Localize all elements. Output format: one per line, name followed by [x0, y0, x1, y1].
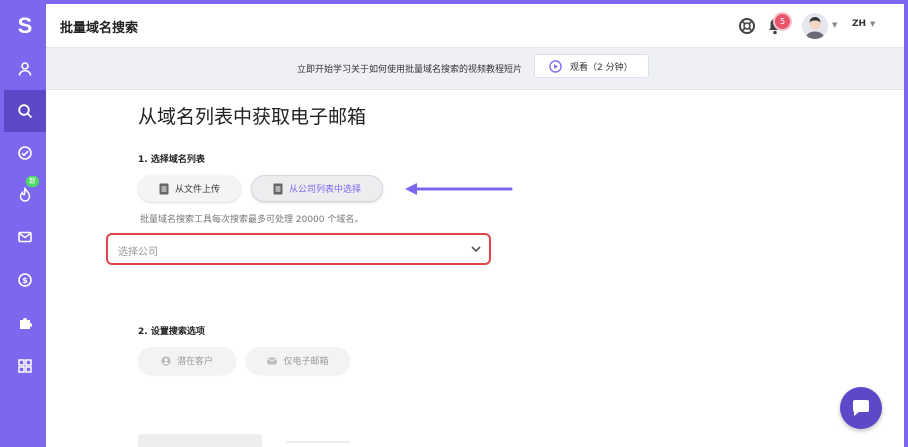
- page-title: 批量域名搜索: [60, 21, 139, 36]
- avatar-image: [802, 13, 828, 39]
- app-logo[interactable]: S: [4, 4, 46, 48]
- grid-icon: [18, 359, 32, 373]
- content-title: 从域名列表中获取电子邮箱: [138, 106, 367, 128]
- emails-only-option-button[interactable]: 仅电子邮箱: [246, 347, 350, 374]
- support-icon[interactable]: [738, 17, 756, 35]
- company-select[interactable]: 选择公司: [106, 233, 491, 265]
- company-select-placeholder: 选择公司: [118, 247, 158, 258]
- document-icon: [273, 183, 283, 194]
- svg-text:$: $: [22, 276, 28, 285]
- language-selector[interactable]: ZH: [852, 19, 866, 29]
- watch-video-label: 观看（2 分钟）: [570, 62, 633, 73]
- sidebar-item-people[interactable]: [4, 48, 46, 90]
- sidebar-item-verify[interactable]: [4, 132, 46, 174]
- tutorial-banner: 立即开始学习关于如何使用批量域名搜索的视频教程短片 观看（2 分钟）: [46, 48, 904, 90]
- upload-file-button[interactable]: 从文件上传: [138, 175, 241, 202]
- mail-icon: [18, 231, 32, 243]
- sidebar-item-search[interactable]: [4, 90, 46, 132]
- mail-icon: [267, 357, 278, 364]
- notification-count-badge: 5: [775, 14, 790, 29]
- divider: [286, 441, 350, 443]
- play-icon: [549, 59, 562, 73]
- upload-file-label: 从文件上传: [174, 185, 220, 195]
- dollar-icon: $: [18, 273, 32, 287]
- leads-option-label: 潜在客户: [176, 357, 213, 367]
- chat-button[interactable]: [840, 387, 882, 429]
- chat-icon: [853, 400, 869, 416]
- check-circle-icon: [18, 146, 32, 160]
- sidebar-item-email[interactable]: [4, 216, 46, 258]
- chevron-down-icon[interactable]: ▼: [870, 20, 875, 28]
- new-badge: 新: [26, 176, 39, 187]
- leads-option-button[interactable]: 潜在客户: [138, 347, 236, 374]
- avatar[interactable]: [802, 13, 828, 39]
- sidebar-item-new[interactable]: 新: [4, 174, 46, 216]
- company-list-button[interactable]: 从公司列表中选择: [251, 175, 383, 202]
- company-list-label: 从公司列表中选择: [288, 185, 361, 195]
- puzzle-icon: [20, 318, 32, 329]
- banner-text: 立即开始学习关于如何使用批量域名搜索的视频教程短片: [297, 65, 523, 75]
- chevron-down-icon: [471, 246, 481, 253]
- step2-label: 2. 设置搜索选项: [138, 327, 205, 337]
- fire-icon: [19, 187, 31, 202]
- sidebar-item-integrations[interactable]: [4, 302, 46, 344]
- document-icon: [159, 183, 169, 194]
- sidebar-item-apps[interactable]: [4, 345, 46, 387]
- emails-only-option-label: 仅电子邮箱: [283, 357, 329, 367]
- pointer-arrow: [405, 183, 513, 195]
- watch-video-button[interactable]: 观看（2 分钟）: [534, 54, 649, 78]
- sidebar-item-billing[interactable]: $: [4, 259, 46, 301]
- submit-button[interactable]: [138, 434, 262, 447]
- sidebar: S 新 $: [4, 4, 46, 447]
- search-icon: [18, 104, 33, 119]
- step1-label: 1. 选择域名列表: [138, 155, 205, 165]
- step1-hint: 批量域名搜索工具每次搜索最多可处理 20000 个域名。: [140, 215, 364, 225]
- top-bar: 批量域名搜索 5 ▼ ZH ▼: [46, 4, 904, 48]
- chevron-down-icon[interactable]: ▼: [832, 21, 837, 29]
- user-icon: [18, 62, 32, 76]
- person-circle-icon: [161, 355, 171, 366]
- main-panel: 批量域名搜索 5 ▼ ZH ▼ 立即开始学习关于如何使用批量域名搜索的视频教程短…: [46, 4, 904, 447]
